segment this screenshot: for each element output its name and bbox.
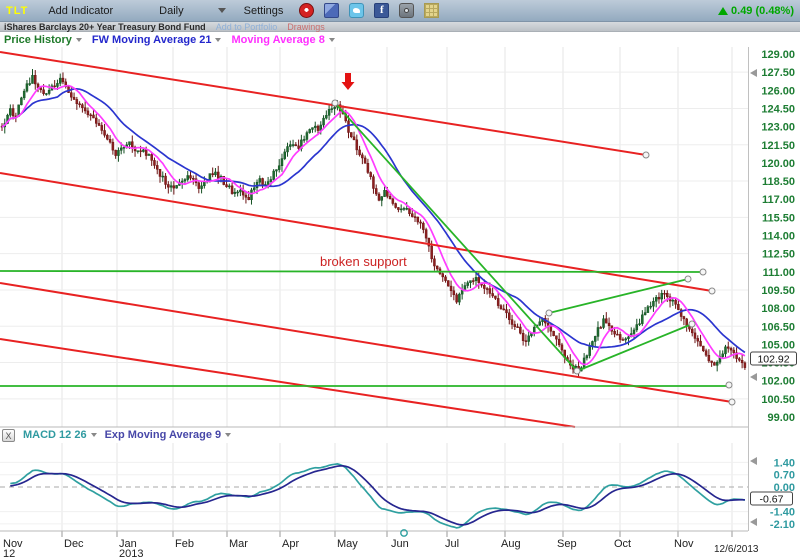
symbol-bar: iShares Barclays 20+ Year Treasury Bond …	[0, 22, 800, 32]
macd-value: -0.67	[760, 494, 784, 506]
price-change: 0.49 (0.48%)	[718, 5, 794, 17]
macd-close-button[interactable]: X	[2, 429, 15, 442]
last-price-value: 102.92	[757, 354, 789, 366]
trendline-handle[interactable]	[729, 399, 735, 405]
trendline-handle[interactable]	[689, 321, 695, 327]
symbol-label[interactable]: TLT	[6, 5, 28, 17]
month-label: Jul	[445, 538, 459, 550]
price-axis-label: 109.50	[761, 285, 795, 297]
twitter-icon[interactable]	[349, 3, 364, 18]
add-indicator-button[interactable]: Add Indicator	[48, 5, 113, 17]
alarm-icon[interactable]	[299, 3, 314, 18]
year-label: 12	[3, 548, 15, 559]
broken-support-label: broken support	[320, 254, 407, 269]
price-axis-label: 117.00	[762, 194, 795, 206]
trendline-handle[interactable]	[685, 276, 691, 282]
drawings-link[interactable]: Drawings	[287, 22, 325, 32]
price-axis-label: 106.50	[761, 321, 795, 333]
price-axis-label: 115.50	[762, 212, 795, 224]
month-label: Dec	[64, 538, 84, 550]
year-label: 2013	[119, 548, 143, 559]
facebook-icon[interactable]: f	[374, 3, 389, 18]
price-axis-label: 111.00	[763, 267, 795, 279]
fund-name: iShares Barclays 20+ Year Treasury Bond …	[4, 22, 206, 32]
price-axis-label: 102.00	[761, 376, 795, 388]
trendline-handle[interactable]	[709, 288, 715, 294]
macd-axis-label: 1.40	[774, 457, 795, 469]
green-trendline[interactable]	[0, 271, 703, 272]
price-axis-label: 124.50	[761, 103, 795, 115]
price-axis-label: 118.50	[762, 176, 795, 188]
price-axis-label: 121.50	[761, 140, 795, 152]
trendline-handle[interactable]	[643, 152, 649, 158]
price-axis-label: 108.00	[761, 303, 795, 315]
trendline-handle[interactable]	[546, 310, 552, 316]
trendline-handle[interactable]	[700, 269, 706, 275]
ma21-dropdown-icon[interactable]	[215, 38, 221, 42]
camera-icon[interactable]	[399, 3, 414, 18]
add-to-portfolio-link[interactable]: Add to Portfolio	[216, 22, 278, 32]
main-toolbar: TLT Add Indicator Daily Settings f 0.49 …	[0, 0, 800, 22]
macd-signal-label[interactable]: Exp Moving Average 9	[105, 429, 222, 441]
macd-signal-dropdown-icon[interactable]	[225, 433, 231, 437]
legend-ma21[interactable]: FW Moving Average 21	[92, 34, 212, 46]
trendline-handle[interactable]	[574, 368, 580, 374]
month-label: Oct	[614, 538, 631, 550]
legend-ma8[interactable]: Moving Average 8	[231, 34, 324, 46]
end-date-label: 12/6/2013	[714, 544, 759, 555]
price-chart: broken support 129.00 127.50 126.00 124.50 12…	[0, 0, 800, 559]
macd-panel-header: X MACD 12 26 Exp Moving Average 9	[2, 428, 231, 442]
up-arrow-icon	[718, 7, 728, 15]
cube-icon[interactable]	[324, 3, 339, 18]
month-label: Sep	[557, 538, 577, 550]
price-axis-label: 120.00	[761, 158, 795, 170]
period-dropdown[interactable]: Daily	[159, 5, 183, 17]
change-value: 0.49 (0.48%)	[731, 5, 794, 17]
period-dropdown-icon[interactable]	[218, 8, 226, 13]
month-label: May	[337, 538, 358, 550]
price-axis-label: 126.00	[761, 85, 795, 97]
month-label: Apr	[282, 538, 299, 550]
month-label: Nov	[674, 538, 694, 550]
price-axis-label: 105.00	[761, 339, 795, 351]
month-label: Feb	[175, 538, 194, 550]
trading-app-window: TLT Add Indicator Daily Settings f 0.49 …	[0, 0, 800, 559]
month-label: Mar	[229, 538, 248, 550]
chart-legend: Price History FW Moving Average 21 Movin…	[0, 33, 800, 46]
trendline-handle[interactable]	[726, 382, 732, 388]
price-axis-label: 100.50	[761, 394, 795, 406]
notes-icon[interactable]	[424, 3, 439, 18]
macd-axis-label: 0.70	[774, 470, 795, 482]
price-axis-label: 114.00	[762, 231, 795, 243]
price-axis-label: 127.50	[761, 67, 795, 79]
macd-axis-label: -2.10	[770, 519, 795, 531]
price-axis-label: 129.00	[761, 49, 795, 61]
macd-axis-label: -1.40	[770, 507, 795, 519]
macd-dropdown-icon[interactable]	[91, 433, 97, 437]
month-label: Aug	[501, 538, 521, 550]
price-axis-label: 99.00	[767, 412, 795, 424]
legend-price-history[interactable]: Price History	[4, 34, 72, 46]
price-history-dropdown-icon[interactable]	[76, 38, 82, 42]
price-axis-label: 123.00	[761, 122, 795, 134]
macd-label[interactable]: MACD 12 26	[23, 429, 87, 441]
settings-button[interactable]: Settings	[244, 5, 284, 17]
price-axis-label: 112.50	[762, 249, 795, 261]
trendline-handle[interactable]	[332, 100, 338, 106]
ma8-dropdown-icon[interactable]	[329, 38, 335, 42]
month-label: Jun	[391, 538, 409, 550]
